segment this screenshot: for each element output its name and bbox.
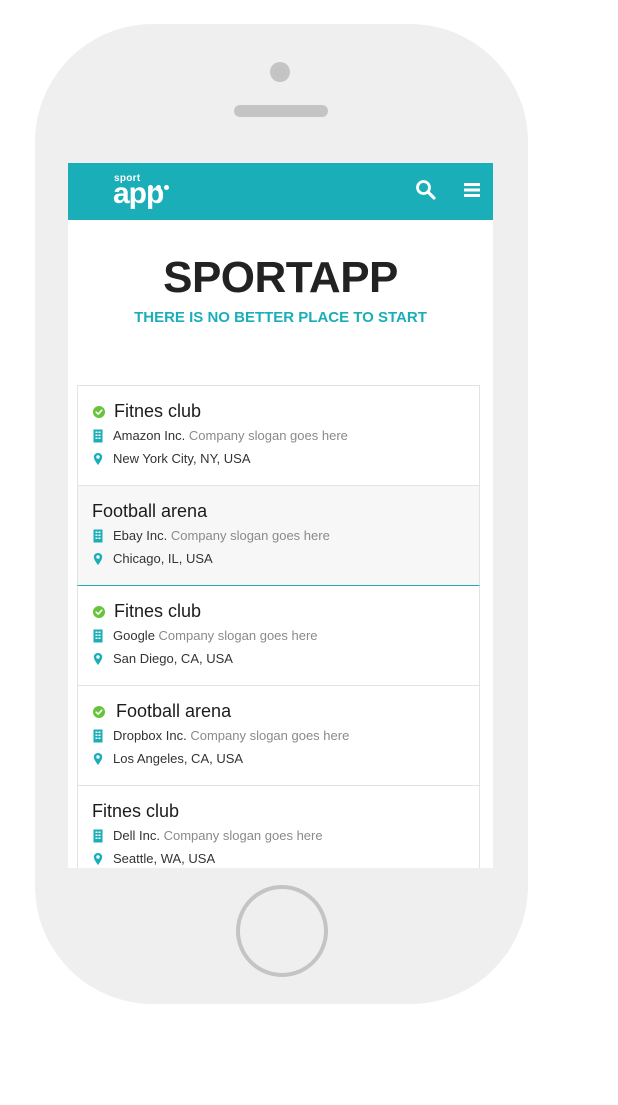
listing-card[interactable]: Football arena Ebay Inc. Company slogan … bbox=[77, 486, 480, 586]
building-icon bbox=[93, 729, 103, 743]
listing-list: Fitnes club Amazon Inc. Company slogan g… bbox=[77, 385, 480, 868]
company-slogan: Company slogan goes here bbox=[188, 428, 348, 443]
company-name: Amazon Inc. bbox=[113, 428, 186, 443]
logo-big-text: app bbox=[113, 177, 164, 210]
company-slogan: Company slogan goes here bbox=[158, 628, 318, 643]
home-button[interactable] bbox=[236, 885, 328, 977]
building-icon bbox=[93, 529, 103, 543]
map-pin-icon bbox=[93, 553, 103, 565]
listing-title: Fitnes club bbox=[114, 601, 202, 621]
check-circle-icon bbox=[93, 706, 105, 718]
menu-button[interactable] bbox=[462, 179, 484, 201]
menu-icon bbox=[464, 183, 480, 197]
listing-card[interactable]: Fitnes club Amazon Inc. Company slogan g… bbox=[77, 386, 480, 486]
top-bar: sport app bbox=[68, 163, 493, 220]
map-pin-icon bbox=[93, 653, 103, 665]
listing-card[interactable]: Fitnes club Dell Inc. Company slogan goe… bbox=[77, 786, 480, 868]
map-pin-icon bbox=[93, 453, 103, 465]
location-text: Los Angeles, CA, USA bbox=[113, 751, 244, 766]
company-slogan: Company slogan goes here bbox=[190, 728, 350, 743]
listing-card[interactable]: Football arena Dropbox Inc. Company slog… bbox=[77, 686, 480, 786]
search-button[interactable] bbox=[415, 179, 437, 201]
listing-title: Football arena bbox=[116, 701, 232, 721]
front-camera bbox=[270, 62, 290, 82]
earpiece-speaker bbox=[234, 105, 328, 117]
page-subtitle: THERE IS NO BETTER PLACE TO START bbox=[134, 309, 427, 326]
map-pin-icon bbox=[93, 853, 103, 865]
location-text: Seattle, WA, USA bbox=[113, 851, 216, 866]
company-slogan: Company slogan goes here bbox=[170, 528, 330, 543]
company-slogan: Company slogan goes here bbox=[163, 828, 323, 843]
location-text: Chicago, IL, USA bbox=[113, 551, 213, 566]
location-text: New York City, NY, USA bbox=[113, 451, 251, 466]
company-name: Google bbox=[113, 628, 155, 643]
building-icon bbox=[93, 829, 103, 843]
app-logo[interactable]: sport app bbox=[113, 173, 179, 211]
app-screen: sport app SPORTAPP THERE IS NO BETTER PL… bbox=[68, 163, 493, 868]
check-circle-icon bbox=[93, 606, 105, 618]
listing-title: Fitnes club bbox=[92, 801, 180, 821]
building-icon bbox=[93, 629, 103, 643]
listing-title: Football arena bbox=[92, 501, 208, 521]
search-icon bbox=[416, 180, 436, 200]
listing-card[interactable]: Fitnes club Google Company slogan goes h… bbox=[77, 586, 480, 686]
building-icon bbox=[93, 429, 103, 443]
company-name: Dell Inc. bbox=[113, 828, 160, 843]
company-name: Dropbox Inc. bbox=[113, 728, 187, 743]
listing-title: Fitnes club bbox=[114, 401, 202, 421]
check-circle-icon bbox=[93, 406, 105, 418]
location-text: San Diego, CA, USA bbox=[113, 651, 233, 666]
company-name: Ebay Inc. bbox=[113, 528, 168, 543]
page-title: SPORTAPP bbox=[163, 253, 398, 302]
map-pin-icon bbox=[93, 753, 103, 765]
